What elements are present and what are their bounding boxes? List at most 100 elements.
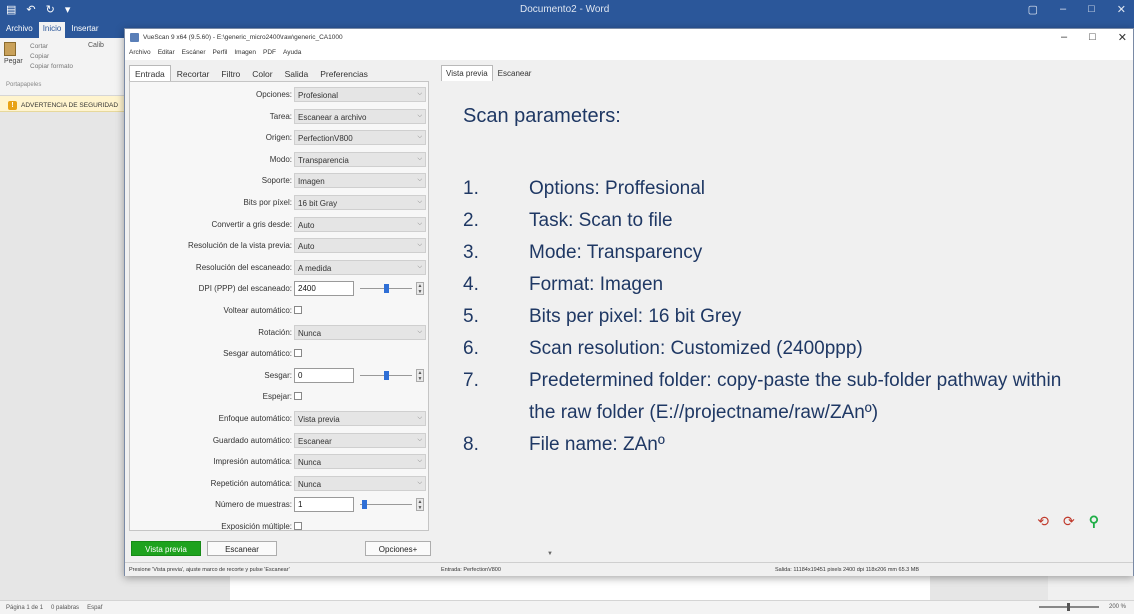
setting-row: Número de muestras: 1 ▲ ▼ xyxy=(130,496,428,514)
slider-thumb[interactable] xyxy=(362,500,368,510)
tab-preferencias[interactable]: Preferencias xyxy=(314,65,374,81)
word-ribbon: Pegar Cortar Copiar Copiar formato Calib… xyxy=(0,38,124,96)
menu-archivo[interactable]: Archivo xyxy=(129,49,151,60)
security-warning-text: ADVERTENCIA DE SEGURIDAD xyxy=(21,102,119,109)
setting-dropdown[interactable]: Nunca ⌵ xyxy=(294,324,426,340)
save-icon[interactable]: ▤ xyxy=(6,3,16,16)
setting-dropdown[interactable]: PerfectionV800 ⌵ xyxy=(294,130,426,146)
setting-dropdown[interactable]: A medida ⌵ xyxy=(294,259,426,275)
slider-thumb[interactable] xyxy=(383,370,389,380)
chevron-down-icon: ⌵ xyxy=(417,479,422,486)
setting-dropdown[interactable]: Auto ⌵ xyxy=(294,238,426,254)
tab-color[interactable]: Color xyxy=(246,65,278,81)
setting-dropdown[interactable]: 16 bit Gray ⌵ xyxy=(294,195,426,210)
menu-imagen[interactable]: Imagen xyxy=(234,49,256,60)
vuescan-maximize-button[interactable]: □ xyxy=(1089,31,1096,44)
setting-dropdown[interactable]: Vista previa ⌵ xyxy=(294,411,426,426)
word-minimize-button[interactable]: – xyxy=(1060,3,1066,16)
word-close-button[interactable]: ✕ xyxy=(1117,3,1126,16)
tab-entrada[interactable]: Entrada xyxy=(129,65,171,81)
setting-checkbox[interactable] xyxy=(294,522,302,530)
tab-salida[interactable]: Salida xyxy=(279,65,315,81)
tab-escanear[interactable]: Escanear xyxy=(493,65,537,81)
spinner-arrows-icon[interactable]: ▲ ▼ xyxy=(416,282,424,296)
tab-recortar[interactable]: Recortar xyxy=(171,65,216,81)
word-count[interactable]: 0 palabras xyxy=(51,605,79,611)
item-text: Task: Scan to file xyxy=(529,210,673,231)
ribbon-display-icon[interactable]: ▢ xyxy=(1028,3,1038,16)
setting-number-input[interactable]: 2400 xyxy=(294,281,354,297)
setting-dropdown[interactable]: Transparencia ⌵ xyxy=(294,151,426,167)
copy-format-button[interactable]: Copiar formato xyxy=(30,62,73,72)
chevron-down-icon: ⌵ xyxy=(417,263,422,270)
setting-value: Auto xyxy=(298,220,315,230)
tab-inicio[interactable]: Inicio xyxy=(38,22,66,38)
setting-value: Nunca xyxy=(298,458,322,468)
preview-button[interactable]: Vista previa xyxy=(131,541,201,556)
paste-button[interactable]: Pegar xyxy=(4,42,23,65)
setting-row: Espejar: xyxy=(130,388,428,406)
rotate-left-icon[interactable]: ⟲ xyxy=(1037,513,1049,530)
setting-dropdown[interactable]: Nunca ⌵ xyxy=(294,454,426,470)
settings-tabs: Entrada Recortar Filtro Color Salida Pre… xyxy=(129,65,419,81)
setting-slider[interactable] xyxy=(360,500,412,510)
chevron-down-icon: ⌵ xyxy=(417,242,422,249)
setting-checkbox[interactable] xyxy=(294,392,302,401)
slider-thumb[interactable] xyxy=(383,284,389,294)
options-button[interactable]: Opciones+ xyxy=(365,541,431,556)
menu-pdf[interactable]: PDF xyxy=(263,49,276,60)
setting-row: Convertir a gris desde: Auto ⌵ xyxy=(130,216,428,234)
setting-number-input[interactable]: 1 xyxy=(294,497,354,513)
clipboard-icon xyxy=(4,42,16,56)
word-maximize-button[interactable]: □ xyxy=(1088,3,1095,16)
spinner-arrows-icon[interactable]: ▲ ▼ xyxy=(416,368,424,382)
scroll-down-icon[interactable]: ▼ xyxy=(547,551,553,557)
zoom-icon[interactable]: ⚲ xyxy=(1089,513,1099,530)
word-window-controls: ▢ – □ ✕ xyxy=(1028,3,1126,16)
setting-slider[interactable] xyxy=(360,284,412,294)
language-indicator[interactable]: Espaf xyxy=(87,605,102,611)
setting-dropdown[interactable]: Profesional ⌵ xyxy=(294,87,426,102)
setting-checkbox[interactable] xyxy=(294,349,302,358)
scan-parameter-item: 5. Bits per pixel: 16 bit Grey xyxy=(463,301,1089,333)
zoom-level[interactable]: 200 % xyxy=(1109,604,1126,610)
setting-dropdown[interactable]: Escanear ⌵ xyxy=(294,432,426,448)
setting-dropdown[interactable]: Imagen ⌵ xyxy=(294,173,426,189)
menu-escaner[interactable]: Escáner xyxy=(182,49,206,60)
item-number: 4. xyxy=(463,274,479,295)
customize-qat-icon[interactable]: ▾ xyxy=(65,3,71,16)
menu-perfil[interactable]: Perfil xyxy=(213,49,228,60)
scan-button[interactable]: Escanear xyxy=(207,541,277,556)
cut-button[interactable]: Cortar xyxy=(30,42,73,52)
scan-parameter-item: 2. Task: Scan to file xyxy=(463,205,1089,237)
word-titlebar: ▤ ↶ ↻ ▾ Documento2 - Word ▢ – □ ✕ xyxy=(0,0,1134,22)
rotate-right-icon[interactable]: ⟳ xyxy=(1063,513,1075,530)
zoom-slider[interactable] xyxy=(1038,603,1099,611)
item-text: Options: Proffesional xyxy=(529,178,706,199)
tab-archivo[interactable]: Archivo xyxy=(2,22,37,38)
setting-dropdown[interactable]: Escanear a archivo ⌵ xyxy=(294,108,426,124)
copy-button[interactable]: Copiar xyxy=(30,52,73,62)
scan-parameter-item: 7. Predetermined folder: copy-paste the s… xyxy=(463,365,1089,429)
setting-slider[interactable] xyxy=(360,370,412,380)
vuescan-minimize-button[interactable]: – xyxy=(1061,31,1067,44)
tab-filtro[interactable]: Filtro xyxy=(215,65,246,81)
setting-checkbox[interactable] xyxy=(294,306,302,314)
vuescan-close-button[interactable]: ✕ xyxy=(1118,31,1127,44)
tab-insertar[interactable]: Insertar xyxy=(67,22,102,38)
setting-row: Voltear automático: xyxy=(130,302,428,320)
menu-ayuda[interactable]: Ayuda xyxy=(283,49,301,60)
quick-access-toolbar: ▤ ↶ ↻ ▾ xyxy=(6,3,70,16)
redo-icon[interactable]: ↻ xyxy=(46,3,55,16)
chevron-down-icon: ⌵ xyxy=(417,328,422,335)
setting-dropdown[interactable]: Auto ⌵ xyxy=(294,216,426,232)
tab-vista-previa[interactable]: Vista previa xyxy=(441,65,493,81)
setting-number-input[interactable]: 0 xyxy=(294,367,354,383)
menu-editar[interactable]: Editar xyxy=(158,49,175,60)
page-count[interactable]: Página 1 de 1 xyxy=(6,605,43,611)
undo-icon[interactable]: ↶ xyxy=(26,3,35,16)
setting-label: Exposición múltiple: xyxy=(221,522,292,531)
font-name-box[interactable]: Calib xyxy=(88,42,104,49)
setting-dropdown[interactable]: Nunca ⌵ xyxy=(294,475,426,491)
spinner-arrows-icon[interactable]: ▲ ▼ xyxy=(416,498,424,512)
